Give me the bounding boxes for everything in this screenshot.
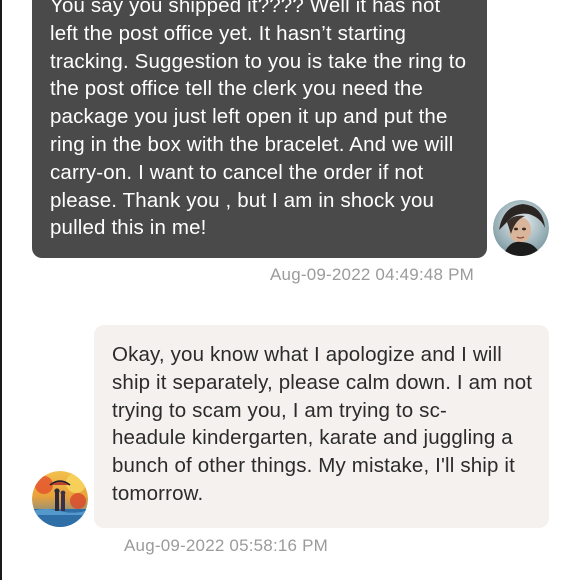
user-avatar-icon[interactable]: [493, 200, 549, 256]
received-message-timestamp: Aug-09-2022 05:58:16 PM: [124, 536, 329, 555]
received-message-bubble[interactable]: Okay, you know what I apologize and I wi…: [94, 325, 549, 528]
sent-message-bubble[interactable]: You say you shipped it???? Well it has n…: [32, 0, 487, 258]
chat-screen: You say you shipped it???? Well it has n…: [0, 0, 580, 580]
sent-message-text: You say you shipped it???? Well it has n…: [50, 0, 467, 240]
sent-message-timestamp: Aug-09-2022 04:49:48 PM: [270, 265, 475, 284]
received-message-text: Okay, you know what I apologize and I wi…: [112, 343, 533, 505]
left-edge-divider: [0, 0, 2, 580]
painting-avatar-icon[interactable]: [32, 471, 88, 527]
